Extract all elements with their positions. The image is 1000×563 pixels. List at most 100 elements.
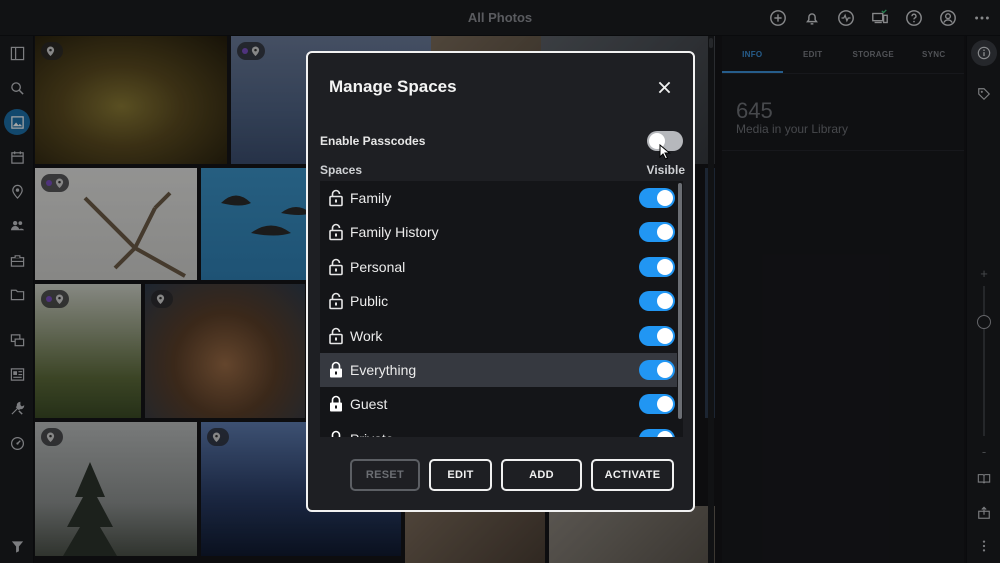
- tab-info[interactable]: INFO: [722, 36, 783, 73]
- space-row[interactable]: Guest: [320, 387, 677, 421]
- zoom-slider-track[interactable]: [983, 286, 985, 436]
- info-icon[interactable]: [971, 40, 997, 66]
- spaces-list-scrollbar[interactable]: [677, 181, 683, 437]
- toggle-knob: [657, 327, 673, 344]
- toggle-knob: [657, 190, 673, 206]
- close-icon[interactable]: [654, 77, 674, 97]
- export-icon[interactable]: [971, 500, 997, 526]
- space-visible-toggle[interactable]: [639, 428, 675, 437]
- places-icon[interactable]: [4, 178, 30, 204]
- spaces-list-scrollbar-thumb[interactable]: [678, 183, 682, 419]
- lock-open-icon: [328, 258, 344, 276]
- space-visible-toggle[interactable]: [639, 360, 675, 380]
- kebab-menu-icon[interactable]: [971, 533, 997, 559]
- spaces-header-label: Spaces: [320, 163, 363, 177]
- tab-storage[interactable]: STORAGE: [843, 36, 904, 73]
- space-row[interactable]: Private: [320, 422, 677, 437]
- space-visible-toggle[interactable]: [639, 325, 675, 346]
- photo-tile[interactable]: [35, 284, 141, 418]
- more-icon[interactable]: [970, 6, 994, 30]
- space-dot-icon: [46, 180, 52, 186]
- space-row[interactable]: Work: [320, 319, 677, 353]
- left-nav-rail: [0, 36, 34, 563]
- space-row[interactable]: Everything: [320, 353, 677, 387]
- map-pin-icon: [55, 178, 64, 188]
- tab-sync[interactable]: SYNC: [904, 36, 965, 73]
- reset-button[interactable]: RESET: [350, 459, 420, 491]
- photo-tile[interactable]: [35, 36, 227, 164]
- briefcase-icon[interactable]: [4, 247, 30, 273]
- photo-tile[interactable]: [35, 422, 197, 556]
- branch-shape: [83, 191, 186, 278]
- spaces-list-header: Spaces Visible: [320, 163, 685, 181]
- zoom-in-button[interactable]: +: [967, 266, 1000, 281]
- space-visible-toggle[interactable]: [639, 256, 675, 277]
- gallery-icon[interactable]: [4, 361, 30, 387]
- space-name: Everything: [350, 362, 417, 378]
- space-visible-toggle[interactable]: [639, 222, 675, 243]
- visible-header-label: Visible: [646, 163, 685, 177]
- toggle-knob: [657, 430, 673, 437]
- toggle-knob: [657, 224, 673, 241]
- photo-tile[interactable]: [549, 506, 715, 563]
- activity-icon[interactable]: [834, 6, 858, 30]
- space-visible-toggle[interactable]: [639, 394, 675, 415]
- book-icon[interactable]: [971, 466, 997, 492]
- account-icon[interactable]: [936, 6, 960, 30]
- devices-icon[interactable]: [868, 6, 892, 30]
- toggle-knob: [657, 293, 673, 310]
- grid-scrollbar[interactable]: [708, 36, 714, 563]
- mouse-cursor-icon: [659, 144, 671, 160]
- edit-button[interactable]: EDIT: [429, 459, 492, 491]
- toggle-knob: [657, 396, 673, 413]
- filter-icon[interactable]: [4, 533, 30, 559]
- photos-icon[interactable]: [4, 109, 30, 135]
- folder-icon[interactable]: [4, 281, 30, 307]
- toggle-knob: [657, 362, 673, 378]
- space-visible-toggle[interactable]: [639, 188, 675, 208]
- zoom-out-button[interactable]: -: [967, 444, 1000, 459]
- spaces-list: Private Guest Everything Work Public Personal…: [320, 181, 683, 437]
- enable-passcodes-label: Enable Passcodes: [320, 134, 426, 148]
- dashboard-icon[interactable]: [4, 430, 30, 456]
- tab-edit[interactable]: EDIT: [783, 36, 844, 73]
- space-dot-icon: [46, 296, 52, 302]
- people-icon[interactable]: [4, 212, 30, 238]
- photo-tile[interactable]: [145, 284, 305, 418]
- space-name: Family History: [350, 224, 439, 241]
- lock-open-icon: [328, 189, 344, 207]
- zoom-slider-handle[interactable]: [977, 315, 991, 329]
- space-name: Family: [350, 190, 392, 206]
- photo-tile[interactable]: [405, 506, 545, 563]
- space-visible-toggle[interactable]: [639, 291, 675, 312]
- tools-icon[interactable]: [4, 395, 30, 421]
- tag-icon[interactable]: [971, 81, 997, 107]
- add-button[interactable]: ADD: [501, 459, 582, 491]
- info-panel: INFO EDIT STORAGE SYNC 645 Media in your…: [722, 36, 964, 563]
- grid-scrollbar-thumb[interactable]: [709, 38, 713, 48]
- map-pin-icon: [212, 432, 221, 442]
- right-rail: + -: [966, 36, 1000, 563]
- add-circle-icon[interactable]: [766, 6, 790, 30]
- location-badge: [41, 290, 69, 308]
- space-row[interactable]: Personal: [320, 250, 677, 284]
- space-row[interactable]: Public: [320, 284, 677, 318]
- location-badge: [237, 42, 265, 60]
- media-count-label: Media in your Library: [736, 122, 849, 136]
- sidebar-toggle-icon[interactable]: [4, 40, 30, 66]
- photo-tile[interactable]: [35, 168, 197, 280]
- help-icon[interactable]: [902, 6, 926, 30]
- map-pin-icon: [156, 294, 165, 304]
- media-stat: 645 Media in your Library: [722, 74, 964, 151]
- top-toolbar: [766, 6, 994, 30]
- media-count: 645: [736, 98, 773, 123]
- tree-shape: [63, 462, 117, 556]
- calendar-icon[interactable]: [4, 144, 30, 170]
- toggle-knob: [657, 258, 673, 275]
- activate-button[interactable]: ACTIVATE: [591, 459, 674, 491]
- search-icon[interactable]: [4, 75, 30, 101]
- bell-icon[interactable]: [800, 6, 824, 30]
- space-row[interactable]: Family History: [320, 215, 677, 249]
- space-row[interactable]: Family: [320, 181, 677, 215]
- stack-icon[interactable]: [4, 327, 30, 353]
